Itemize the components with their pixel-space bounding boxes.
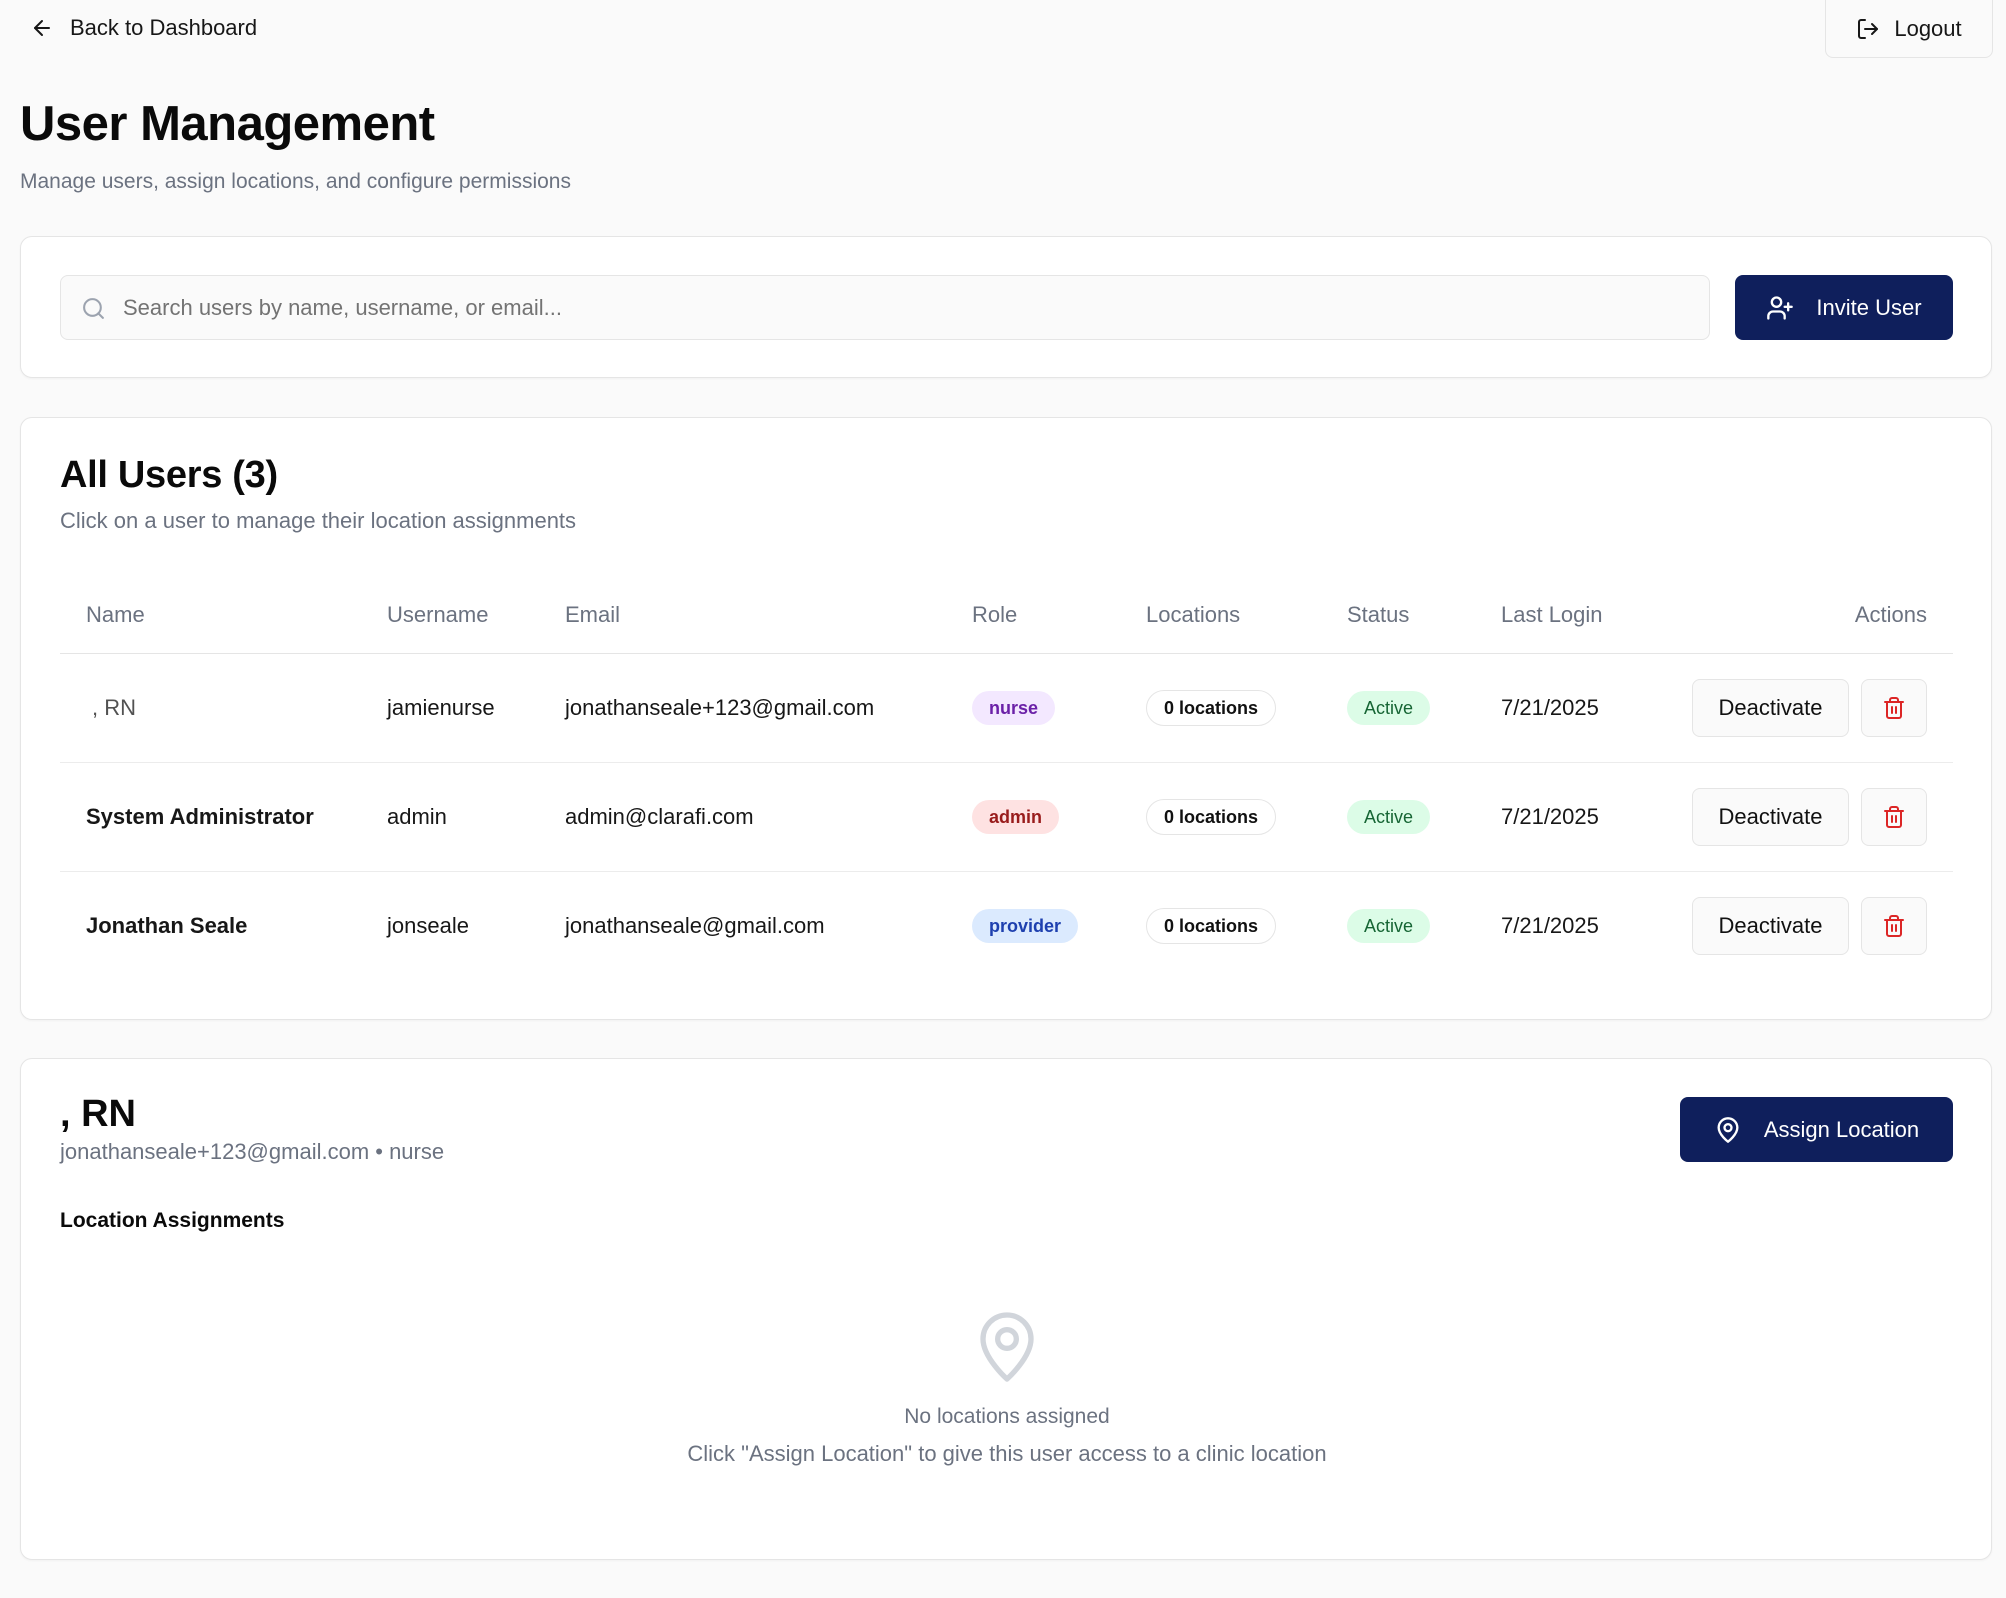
table-row[interactable]: , RN jamienurse jonathanseale+123@gmail.… [60, 653, 1953, 763]
selected-user-meta: jonathanseale+123@gmail.com • nurse [60, 1139, 445, 1164]
user-email: jonathanseale+123@gmail.com [565, 653, 972, 763]
user-email: admin@clarafi.com [565, 762, 972, 872]
user-name: System Administrator [86, 803, 314, 829]
invite-user-button[interactable]: Invite User [1735, 275, 1953, 340]
user-name: , RN [92, 694, 136, 720]
page-title: User Management [20, 97, 435, 151]
role-badge: admin [972, 799, 1060, 834]
top-bar: Back to Dashboard Logout [0, 0, 2006, 58]
arrow-left-icon [34, 20, 50, 36]
users-card: All Users (3) Click on a user to manage … [20, 417, 1992, 1020]
deactivate-button[interactable]: Deactivate [1692, 678, 1849, 737]
table-row[interactable]: System Administrator admin admin@clarafi… [60, 762, 1953, 872]
logout-button[interactable]: Logout [1825, 0, 1993, 58]
delete-user-button[interactable] [1861, 678, 1927, 737]
locations-badge: 0 locations [1146, 689, 1277, 726]
column-header-last-login: Last Login [1501, 578, 1671, 654]
status-badge: Active [1347, 799, 1431, 834]
column-header-username: Username [387, 578, 565, 654]
logout-icon [1858, 19, 1879, 39]
selected-user-name: , RN [60, 1093, 136, 1135]
map-pin-icon [1717, 1116, 1739, 1143]
role-badge: provider [972, 908, 1079, 943]
back-label: Back to Dashboard [70, 15, 258, 40]
empty-state-description: Click "Assign Location" to give this use… [687, 1441, 1327, 1466]
users-card-description: Click on a user to manage their location… [60, 508, 577, 533]
status-badge: Active [1347, 690, 1431, 725]
users-table: Name Username Email Role Locations Statu… [60, 578, 1953, 980]
status-badge: Active [1347, 908, 1431, 943]
trash-icon [1884, 914, 1904, 937]
users-card-title: All Users (3) [60, 454, 278, 496]
map-pin-icon [980, 1312, 1034, 1382]
assign-location-button[interactable]: Assign Location [1680, 1097, 1953, 1162]
empty-state: No locations assigned Click "Assign Loca… [21, 1309, 1993, 1467]
user-last-login: 7/21/2025 [1501, 762, 1671, 872]
user-detail-card: , RN jonathanseale+123@gmail.com • nurse… [20, 1058, 1992, 1560]
invite-user-label: Invite User [1816, 294, 1922, 320]
search-card: Invite User [20, 236, 1992, 378]
column-header-email: Email [565, 578, 972, 654]
trash-icon [1884, 805, 1904, 828]
empty-state-title: No locations assigned [904, 1405, 1110, 1428]
delete-user-button[interactable] [1861, 787, 1927, 846]
column-header-actions: Actions [1671, 578, 1953, 654]
user-username: jamienurse [387, 653, 565, 763]
table-row[interactable]: Jonathan Seale jonseale jonathanseale@gm… [60, 871, 1953, 980]
locations-badge: 0 locations [1146, 798, 1277, 835]
location-assignments-heading: Location Assignments [60, 1209, 285, 1232]
assign-location-label: Assign Location [1763, 1116, 1920, 1142]
column-header-name: Name [60, 578, 387, 654]
user-plus-icon [1767, 295, 1794, 320]
user-email: jonathanseale@gmail.com [565, 912, 825, 938]
column-header-status: Status [1347, 578, 1501, 654]
logout-label: Logout [1894, 16, 1962, 41]
page-subtitle: Manage users, assign locations, and conf… [20, 170, 571, 193]
column-header-role: Role [972, 578, 1146, 654]
user-username: jonseale [387, 912, 469, 938]
column-header-locations: Locations [1146, 578, 1347, 654]
user-last-login: 7/21/2025 [1501, 912, 1599, 938]
user-last-login: 7/21/2025 [1501, 653, 1671, 763]
search-icon [83, 298, 104, 319]
role-badge: nurse [972, 690, 1056, 725]
delete-user-button[interactable] [1861, 896, 1927, 955]
trash-icon [1884, 696, 1904, 719]
search-box [60, 275, 1710, 340]
locations-badge: 0 locations [1146, 907, 1277, 944]
user-name: Jonathan Seale [86, 912, 248, 938]
back-to-dashboard-link[interactable]: Back to Dashboard [30, 2, 257, 54]
deactivate-button[interactable]: Deactivate [1692, 896, 1849, 955]
search-input[interactable] [123, 276, 1693, 339]
table-header-row: Name Username Email Role Locations Statu… [60, 578, 1953, 654]
deactivate-button[interactable]: Deactivate [1692, 787, 1849, 846]
user-username: admin [387, 762, 565, 872]
